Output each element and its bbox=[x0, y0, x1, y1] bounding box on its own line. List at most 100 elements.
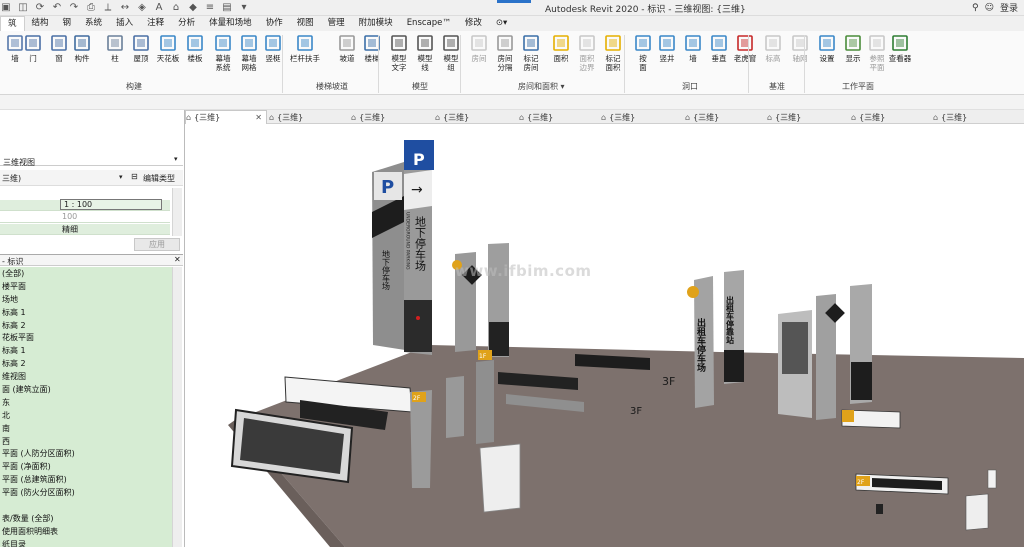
switch-windows-icon[interactable]: ▤ bbox=[221, 2, 233, 14]
ribbon-button-mullion[interactable]: 竖梃 bbox=[258, 34, 288, 63]
close-icon[interactable]: ✕ bbox=[174, 255, 181, 264]
ribbon-panel-label[interactable]: 构建 bbox=[126, 81, 142, 92]
view-tab[interactable]: ⌂ {三维} bbox=[269, 110, 349, 124]
3d-viewport[interactable]: P → P 地下停车场 UNDERGROUND PARKING 地下停车场 出租… bbox=[185, 125, 1024, 547]
chevron-down-icon[interactable]: ▾ bbox=[174, 155, 178, 163]
browser-tree-item[interactable]: 标高 1 bbox=[0, 306, 172, 319]
browser-tree-item[interactable]: (全部) bbox=[0, 267, 172, 280]
view-tab[interactable]: ⌂ {三维} bbox=[851, 110, 931, 124]
browser-tree-item[interactable]: 面 (建筑立面) bbox=[0, 383, 172, 396]
browser-tree-item[interactable]: 东 bbox=[0, 396, 172, 409]
view-tab[interactable]: ⌂ {三维} bbox=[685, 110, 765, 124]
view-tab[interactable]: ⌂ {三维} bbox=[351, 110, 431, 124]
browser-tree-item[interactable]: 纸目录 bbox=[0, 538, 172, 547]
contextual-tab-toggle-icon[interactable]: ⊙▾ bbox=[489, 16, 514, 31]
redo-icon[interactable]: ↷ bbox=[68, 2, 80, 14]
menu-tab[interactable]: Enscape™ bbox=[400, 16, 458, 31]
close-icon[interactable]: ✕ bbox=[255, 113, 262, 122]
ribbon-panel-label[interactable]: 楼梯坡道 bbox=[316, 81, 348, 92]
ribbon-button-grid[interactable]: 轴网 bbox=[785, 34, 815, 63]
login-link[interactable]: 登录 bbox=[1000, 1, 1018, 14]
ribbon-button-stair[interactable]: 楼梯 bbox=[357, 34, 387, 63]
3d-view-icon[interactable]: ⌂ bbox=[170, 2, 182, 14]
browser-tree-item[interactable]: 西 bbox=[0, 435, 172, 448]
edit-type-button[interactable]: 编辑类型 bbox=[143, 173, 175, 184]
browser-tree-item[interactable]: 使用面积明细表 bbox=[0, 525, 172, 538]
ribbon-panel-label[interactable]: 工作平面 bbox=[842, 81, 874, 92]
ribbon-button-tag-room[interactable]: 标记 房间 bbox=[516, 34, 546, 72]
view-tab[interactable]: ⌂ {三维} ✕ bbox=[185, 110, 267, 124]
browser-tree-item[interactable] bbox=[0, 499, 172, 512]
save-icon[interactable]: ◫ bbox=[17, 2, 29, 14]
view-tab[interactable]: ⌂ {三维} bbox=[933, 110, 1013, 124]
ribbon-button-viewer[interactable]: 查看器 bbox=[885, 34, 915, 63]
text-icon[interactable]: A bbox=[153, 2, 165, 14]
apply-button[interactable]: 应用 bbox=[134, 238, 180, 251]
browser-tree-item[interactable]: 维视图 bbox=[0, 370, 172, 383]
print-icon[interactable]: ⎙ bbox=[85, 2, 97, 14]
scale-value-field[interactable]: 1 : 100 bbox=[60, 199, 162, 210]
sync-icon[interactable]: ⟳ bbox=[34, 2, 46, 14]
section-icon[interactable]: ◆ bbox=[187, 2, 199, 14]
ribbon-panel-label[interactable]: 洞口 bbox=[682, 81, 698, 92]
open-icon[interactable]: ▣ bbox=[0, 2, 12, 14]
ribbon-button-level[interactable]: 标高 bbox=[758, 34, 788, 63]
browser-tree-item[interactable]: 标高 1 bbox=[0, 344, 172, 357]
menu-tab[interactable]: 协作 bbox=[259, 16, 290, 31]
browser-tree-item[interactable]: 表/数量 (全部) bbox=[0, 512, 172, 525]
view-tab-label: {三维} bbox=[941, 112, 968, 122]
menu-tab[interactable]: 系统 bbox=[78, 16, 109, 31]
browser-tree-item[interactable]: 北 bbox=[0, 409, 172, 422]
ribbon-button-model-group[interactable]: 模型 组 bbox=[436, 34, 466, 72]
browser-tree-item[interactable]: 标高 2 bbox=[0, 319, 172, 332]
chevron-down-icon[interactable]: ▾ bbox=[119, 173, 123, 181]
tag-icon[interactable]: ◈ bbox=[136, 2, 148, 14]
ribbon-button-dormer[interactable]: 老虎窗 bbox=[730, 34, 760, 63]
menu-tab[interactable]: 筑 bbox=[0, 15, 25, 32]
ribbon-panel-label[interactable]: 房间和面积 ▾ bbox=[518, 81, 565, 92]
measure-icon[interactable]: ⟂ bbox=[102, 2, 114, 14]
view-tab[interactable]: ⌂ {三维} bbox=[519, 110, 599, 124]
menu-tab[interactable]: 结构 bbox=[25, 16, 56, 31]
undo-icon[interactable]: ↶ bbox=[51, 2, 63, 14]
view-tab[interactable]: ⌂ {三维} bbox=[767, 110, 847, 124]
ribbon-button-railing[interactable]: 栏杆扶手 bbox=[290, 34, 320, 63]
browser-tree-item[interactable]: 南 bbox=[0, 422, 172, 435]
browser-scrollbar[interactable] bbox=[172, 267, 182, 547]
browser-tree-item[interactable]: 平面 (总建筑面积) bbox=[0, 473, 172, 486]
type-selector[interactable]: 三维视图 ▾ bbox=[0, 122, 183, 167]
menu-tab[interactable]: 管理 bbox=[321, 16, 352, 31]
dropdown-icon[interactable]: ▾ bbox=[238, 2, 250, 14]
view-tab[interactable]: ⌂ {三维} bbox=[435, 110, 515, 124]
menu-tab[interactable]: 附加模块 bbox=[352, 16, 400, 31]
detail-level-value[interactable]: 精细 bbox=[62, 224, 78, 235]
browser-tree-item[interactable]: 平面 (人防分区面积) bbox=[0, 447, 172, 460]
menu-tab[interactable]: 体量和场地 bbox=[202, 16, 259, 31]
search-icon[interactable]: ⚲ bbox=[972, 3, 979, 13]
ribbon-button-roof[interactable]: 屋顶 bbox=[126, 34, 156, 63]
ribbon-button-component[interactable]: 构件 bbox=[67, 34, 97, 63]
browser-tree-item[interactable]: 楼平面 bbox=[0, 280, 172, 293]
browser-tree-item[interactable]: 场地 bbox=[0, 293, 172, 306]
dimension-icon[interactable]: ↔ bbox=[119, 2, 131, 14]
menu-tab[interactable]: 修改 bbox=[458, 16, 489, 31]
properties-scrollbar[interactable] bbox=[172, 188, 182, 236]
ribbon-panel-label[interactable]: 基准 bbox=[769, 81, 785, 92]
menu-tab[interactable]: 分析 bbox=[171, 16, 202, 31]
ribbon-panel-label[interactable]: 模型 bbox=[412, 81, 428, 92]
browser-tree-item[interactable]: 平面 (净面积) bbox=[0, 460, 172, 473]
menu-tab[interactable]: 注释 bbox=[140, 16, 171, 31]
view-tab[interactable]: ⌂ {三维} bbox=[601, 110, 681, 124]
instance-selector[interactable]: 三维) bbox=[2, 173, 21, 184]
menu-tab[interactable]: 插入 bbox=[109, 16, 140, 31]
browser-tree-item[interactable]: 标高 2 bbox=[0, 357, 172, 370]
user-icon[interactable]: ☺ bbox=[985, 3, 994, 13]
ribbon-button-floor[interactable]: 楼板 bbox=[180, 34, 210, 63]
menu-tab[interactable]: 视图 bbox=[290, 16, 321, 31]
browser-tree-item[interactable]: 平面 (防火分区面积) bbox=[0, 486, 172, 499]
ribbon-button-ceiling[interactable]: 天花板 bbox=[153, 34, 183, 63]
thin-lines-icon[interactable]: ≡ bbox=[204, 2, 216, 14]
menu-tab[interactable]: 钢 bbox=[56, 16, 79, 31]
browser-tree-item[interactable]: 花板平面 bbox=[0, 331, 172, 344]
edit-type-icon[interactable]: ⊟ bbox=[131, 172, 138, 181]
